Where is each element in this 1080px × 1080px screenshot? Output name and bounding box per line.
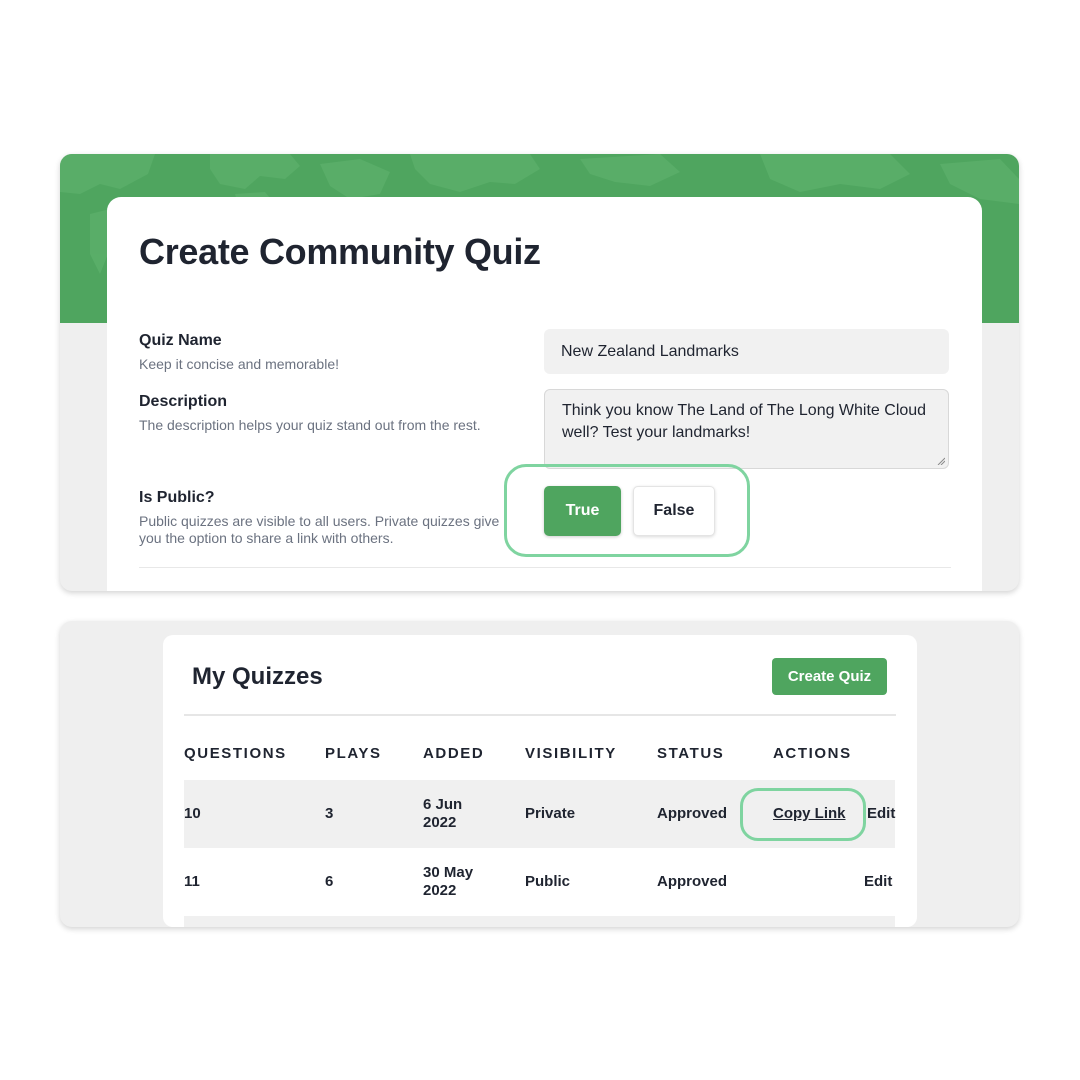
create-quiz-form: Create Community Quiz Quiz Name Keep it … bbox=[107, 197, 982, 591]
quiz-name-label: Quiz Name bbox=[139, 332, 222, 349]
status-cell: Approved bbox=[657, 805, 728, 822]
table-row bbox=[184, 916, 895, 927]
column-header-status: STATUS bbox=[657, 745, 725, 762]
visibility-cell: Public bbox=[525, 873, 571, 890]
divider bbox=[139, 567, 951, 568]
my-quizzes-card: My Quizzes Create Quiz QUESTIONS PLAYS A… bbox=[163, 635, 917, 927]
added-date: 6 Jun bbox=[423, 796, 463, 813]
my-quizzes-title: My Quizzes bbox=[192, 663, 323, 690]
edit-button[interactable]: Edit bbox=[867, 805, 895, 822]
status-cell: Approved bbox=[657, 873, 728, 890]
divider bbox=[184, 714, 896, 716]
public-true-button[interactable]: True bbox=[544, 486, 621, 536]
is-public-label: Is Public? bbox=[139, 489, 215, 506]
resize-handle-icon[interactable] bbox=[937, 457, 945, 465]
is-public-help: Public quizzes are visible to all users.… bbox=[139, 513, 500, 546]
added-date: 30 May bbox=[423, 864, 474, 881]
questions-cell: 11 bbox=[184, 873, 200, 890]
create-quiz-button[interactable]: Create Quiz bbox=[772, 658, 887, 695]
plays-cell: 6 bbox=[325, 873, 334, 890]
added-cell: 30 May 2022 bbox=[423, 864, 473, 900]
column-header-visibility: VISIBILITY bbox=[525, 745, 617, 762]
page-title: Create Community Quiz bbox=[139, 231, 541, 272]
column-header-actions: ACTIONS bbox=[773, 745, 852, 762]
description-label: Description bbox=[139, 393, 228, 410]
table-row: 10 3 6 Jun 2022 Private Approved Copy Li… bbox=[184, 780, 895, 848]
public-false-button[interactable]: False bbox=[633, 486, 715, 536]
copy-link-button[interactable]: Copy Link bbox=[773, 805, 846, 822]
column-header-questions: QUESTIONS bbox=[184, 745, 287, 762]
added-year: 2022 bbox=[423, 882, 457, 899]
create-quiz-panel: Create Community Quiz Quiz Name Keep it … bbox=[60, 154, 1019, 591]
visibility-cell: Private bbox=[525, 805, 576, 822]
edit-button[interactable]: Edit bbox=[864, 873, 892, 890]
column-header-plays: PLAYS bbox=[325, 745, 382, 762]
my-quizzes-panel: My Quizzes Create Quiz QUESTIONS PLAYS A… bbox=[60, 621, 1019, 927]
added-year: 2022 bbox=[423, 814, 457, 831]
table-row: 11 6 30 May 2022 Public Approved Edit bbox=[184, 848, 895, 916]
plays-cell: 3 bbox=[325, 805, 334, 822]
questions-cell: 10 bbox=[184, 805, 201, 822]
description-textarea[interactable]: Think you know The Land of The Long Whit… bbox=[544, 389, 949, 469]
description-help: The description helps your quiz stand ou… bbox=[139, 417, 481, 433]
quiz-name-help: Keep it concise and memorable! bbox=[139, 356, 339, 372]
quiz-name-input[interactable] bbox=[544, 329, 949, 374]
column-header-added: ADDED bbox=[423, 745, 485, 762]
added-cell: 6 Jun 2022 bbox=[423, 796, 462, 832]
